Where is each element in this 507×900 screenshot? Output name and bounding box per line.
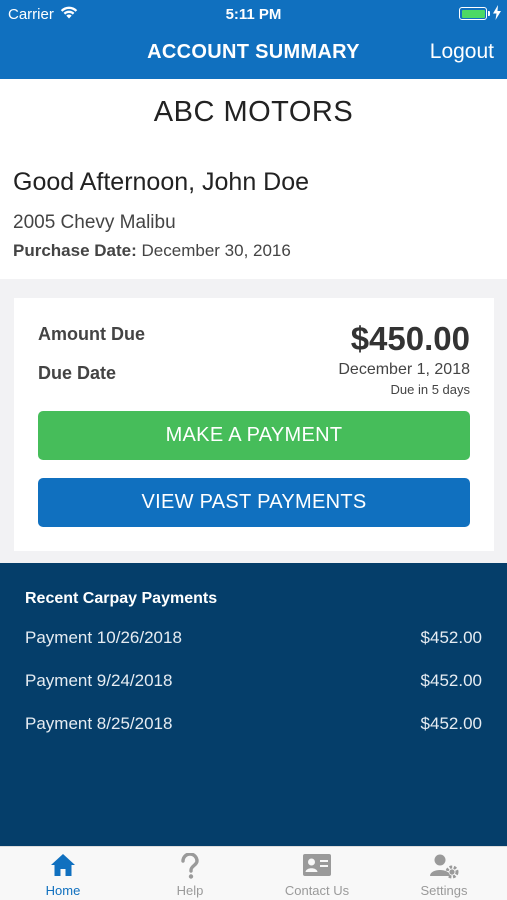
payment-date: Payment 10/26/2018 — [25, 628, 182, 647]
status-bar: Carrier 5:11 PM — [0, 0, 507, 28]
recent-payments-title: Recent Carpay Payments — [25, 590, 218, 607]
due-date-value: December 1, 2018 — [338, 361, 470, 378]
logout-button[interactable]: Logout — [430, 40, 494, 64]
purchase-date-label: Purchase Date: — [13, 241, 137, 260]
view-past-payments-button[interactable]: VIEW PAST PAYMENTS — [38, 478, 470, 527]
tab-bar: Home Help Contact Us Settings — [0, 846, 507, 900]
tab-help[interactable]: Help — [127, 847, 253, 900]
user-settings-icon — [430, 854, 459, 879]
due-date-label: Due Date — [38, 363, 117, 383]
amount-due-value: $450.00 — [350, 320, 470, 357]
tab-settings[interactable]: Settings — [381, 847, 507, 900]
payment-summary-card: Amount Due $450.00 Due Date December 1, … — [14, 298, 494, 551]
purchase-date-value: December 30, 2016 — [141, 241, 291, 260]
tab-home[interactable]: Home — [0, 847, 126, 900]
payment-row: Payment 9/24/2018 $452.00 — [25, 671, 482, 695]
dealer-name: ABC MOTORS — [153, 96, 354, 128]
charging-bolt-icon — [493, 5, 501, 20]
tab-contact-us-label: Contact Us — [284, 883, 350, 898]
recent-payments-panel: Recent Carpay Payments Payment 10/26/201… — [0, 563, 507, 846]
battery-tip — [488, 11, 490, 16]
battery-icon — [459, 7, 487, 20]
greeting-text: Good Afternoon, John Doe — [13, 168, 310, 196]
payment-amount: $452.00 — [420, 671, 482, 690]
home-icon — [51, 854, 75, 876]
top-bar: Carrier 5:11 PM ACCOUNT SUMMARY Logout — [0, 0, 507, 79]
amount-due-label: Amount Due — [38, 324, 145, 344]
status-time: 5:11 PM — [225, 6, 282, 23]
due-in-text: Due in 5 days — [390, 382, 471, 397]
tab-settings-label: Settings — [420, 883, 468, 898]
tab-home-label: Home — [45, 883, 81, 898]
make-payment-button[interactable]: MAKE A PAYMENT — [38, 411, 470, 460]
tab-contact-us[interactable]: Contact Us — [254, 847, 380, 900]
payment-amount: $452.00 — [420, 628, 482, 647]
payment-date: Payment 8/25/2018 — [25, 714, 173, 733]
tab-help-label: Help — [176, 883, 204, 898]
payment-amount: $452.00 — [420, 714, 482, 733]
question-icon — [181, 853, 199, 879]
purchase-date: Purchase Date: December 30, 2016 — [13, 241, 291, 261]
payment-date: Payment 9/24/2018 — [25, 671, 173, 690]
contact-card-icon — [303, 854, 331, 876]
vehicle-name: 2005 Chevy Malibu — [13, 212, 176, 233]
payment-row: Payment 8/25/2018 $452.00 — [25, 714, 482, 738]
payment-row: Payment 10/26/2018 $452.00 — [25, 628, 482, 652]
